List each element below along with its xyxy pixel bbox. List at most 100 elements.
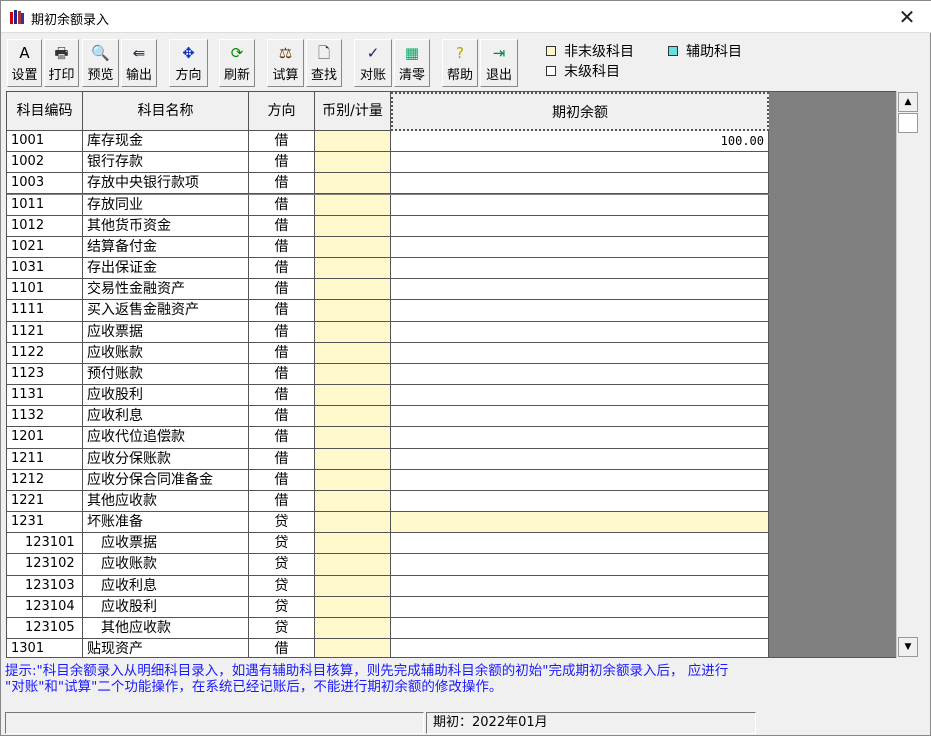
cell-name[interactable]: 存出保证金 [83,258,249,280]
cell-direction[interactable]: 借 [249,279,315,301]
cell-balance[interactable] [391,617,769,640]
cell-balance[interactable] [391,342,769,364]
cell-direction[interactable]: 贷 [249,533,315,555]
cell-code[interactable]: 1211 [7,448,83,470]
cell-balance[interactable] [391,363,769,386]
cell-balance[interactable] [391,533,769,555]
cell-name[interactable]: 应收分保合同准备金 [83,469,249,491]
toolbar-button-8[interactable]: ✓ 对账 [354,39,392,87]
cell-currency[interactable] [315,258,391,280]
cell-currency[interactable] [315,427,391,449]
cell-direction[interactable]: 借 [249,321,315,343]
table-row[interactable]: 1012 其他货币资金 借 [7,215,769,237]
header-balance[interactable]: 期初余额 [391,92,769,131]
cell-direction[interactable]: 贷 [249,617,315,640]
cell-direction[interactable]: 借 [249,363,315,386]
table-row[interactable]: 1212 应收分保合同准备金 借 [7,469,769,491]
header-name[interactable]: 科目名称 [83,92,249,131]
cell-balance[interactable] [391,173,769,195]
cell-balance[interactable] [391,469,769,491]
cell-code[interactable]: 1231 [7,512,83,534]
table-row[interactable]: 123105 其他应收款 贷 [7,617,769,640]
cell-balance[interactable] [391,321,769,343]
table-row[interactable]: 1101 交易性金融资产 借 [7,279,769,301]
toolbar-button-10[interactable]: ? 帮助 [442,39,478,87]
table-row[interactable]: 1003 存放中央银行款项 借 [7,173,769,195]
table-row[interactable]: 1123 预付账款 借 [7,363,769,386]
cell-code[interactable]: 1101 [7,279,83,301]
cell-balance[interactable] [391,448,769,470]
table-row[interactable]: 1201 应收代位追偿款 借 [7,427,769,449]
scroll-down-icon[interactable]: ▼ [898,637,918,657]
cell-name[interactable]: 其他货币资金 [83,215,249,237]
cell-currency[interactable] [315,131,391,153]
cell-balance[interactable] [391,406,769,428]
cell-direction[interactable]: 借 [249,406,315,428]
table-row[interactable]: 1002 银行存款 借 [7,152,769,174]
cell-direction[interactable]: 借 [249,448,315,470]
cell-code[interactable]: 123101 [7,533,83,555]
close-icon[interactable]: ✕ [892,5,922,29]
cell-direction[interactable]: 借 [249,173,315,195]
cell-code[interactable]: 1121 [7,321,83,343]
cell-balance[interactable]: 100.00 [391,131,769,153]
cell-balance[interactable] [391,512,769,534]
cell-direction[interactable]: 借 [249,152,315,174]
toolbar-button-0[interactable]: A 设置 [7,39,42,87]
table-row[interactable]: 1011 存放同业 借 [7,194,769,216]
table-row[interactable]: 1301 贴现资产 借 [7,639,769,657]
cell-currency[interactable] [315,448,391,470]
cell-code[interactable]: 1301 [7,639,83,657]
scroll-up-icon[interactable]: ▲ [898,92,918,112]
cell-name[interactable]: 买入返售金融资产 [83,300,249,322]
toolbar-button-6[interactable]: ⚖ 试算 [267,39,304,87]
cell-code[interactable]: 1131 [7,385,83,407]
cell-code[interactable]: 1002 [7,152,83,174]
cell-code[interactable]: 1123 [7,363,83,386]
cell-balance[interactable] [391,639,769,657]
cell-code[interactable]: 1021 [7,236,83,258]
table-row[interactable]: 1031 存出保证金 借 [7,258,769,280]
cell-direction[interactable]: 借 [249,639,315,657]
cell-currency[interactable] [315,490,391,513]
cell-balance[interactable] [391,385,769,407]
cell-direction[interactable]: 贷 [249,512,315,534]
cell-code[interactable]: 1122 [7,342,83,364]
vertical-scrollbar[interactable]: ▲ ▼ [896,91,918,658]
table-row[interactable]: 123102 应收账款 贷 [7,554,769,576]
toolbar-button-11[interactable]: ⇥ 退出 [480,39,518,87]
cell-currency[interactable] [315,554,391,576]
cell-balance[interactable] [391,596,769,618]
cell-direction[interactable]: 借 [249,215,315,237]
cell-name[interactable]: 应收票据 [83,321,249,343]
cell-direction[interactable]: 借 [249,131,315,153]
cell-code[interactable]: 1031 [7,258,83,280]
cell-balance[interactable] [391,554,769,576]
cell-balance[interactable] [391,236,769,258]
cell-currency[interactable] [315,173,391,195]
table-row[interactable]: 1231 坏账准备 贷 [7,512,769,534]
cell-currency[interactable] [315,152,391,174]
cell-code[interactable]: 1221 [7,490,83,513]
cell-currency[interactable] [315,639,391,657]
cell-code[interactable]: 123103 [7,575,83,597]
cell-code[interactable]: 1212 [7,469,83,491]
cell-code[interactable]: 123105 [7,617,83,640]
cell-direction[interactable]: 借 [249,194,315,216]
cell-currency[interactable] [315,512,391,534]
cell-direction[interactable]: 借 [249,469,315,491]
cell-balance[interactable] [391,575,769,597]
cell-code[interactable]: 1012 [7,215,83,237]
cell-direction[interactable]: 贷 [249,596,315,618]
cell-name[interactable]: 坏账准备 [83,512,249,534]
table-row[interactable]: 1111 买入返售金融资产 借 [7,300,769,322]
cell-direction[interactable]: 借 [249,427,315,449]
cell-currency[interactable] [315,342,391,364]
cell-direction[interactable]: 借 [249,258,315,280]
table-row[interactable]: 1131 应收股利 借 [7,385,769,407]
table-row[interactable]: 1132 应收利息 借 [7,406,769,428]
cell-name[interactable]: 交易性金融资产 [83,279,249,301]
toolbar-button-9[interactable]: ▦ 清零 [394,39,430,87]
cell-code[interactable]: 1011 [7,194,83,216]
cell-name[interactable]: 应收账款 [83,554,249,576]
